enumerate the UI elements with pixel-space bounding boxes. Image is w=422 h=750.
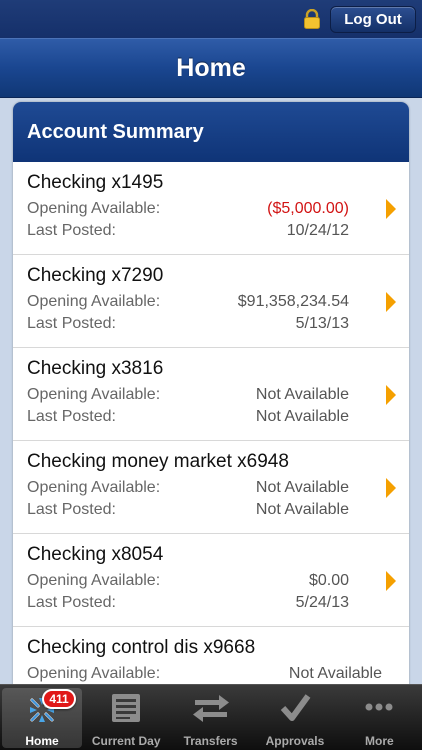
account-row[interactable]: Checking money market x6948 Opening Avai… — [13, 441, 409, 534]
chevron-right-icon[interactable] — [386, 571, 396, 591]
tab-approvals[interactable]: Approvals — [253, 685, 337, 750]
opening-label: Opening Available: — [27, 200, 161, 217]
opening-value: $0.00 — [308, 572, 349, 589]
opening-label: Opening Available: — [27, 665, 161, 682]
account-name: Checking x7290 — [27, 265, 164, 286]
opening-value: Not Available — [255, 386, 349, 403]
chevron-right-icon[interactable] — [386, 385, 396, 405]
chevron-right-icon[interactable] — [386, 199, 396, 219]
navigation-header: Home — [0, 38, 422, 98]
account-name: Checking x3816 — [27, 358, 164, 379]
opening-label: Opening Available: — [27, 572, 161, 589]
account-row[interactable]: Checking x3816 Opening Available: Last P… — [13, 348, 409, 441]
account-summary-card: Account Summary Checking x1495 Opening A… — [13, 102, 409, 684]
account-name: Checking x8054 — [27, 544, 164, 565]
tab-label: Approvals — [265, 734, 325, 748]
posted-label: Last Posted: — [27, 501, 116, 518]
posted-value: 5/13/13 — [295, 315, 349, 332]
posted-label: Last Posted: — [27, 222, 116, 239]
document-icon — [112, 694, 141, 722]
main-content[interactable]: Account Summary Checking x1495 Opening A… — [0, 98, 422, 684]
account-name: Checking x1495 — [27, 172, 164, 193]
lock-icon — [304, 9, 320, 29]
top-bar: Log Out — [0, 0, 422, 38]
tab-label: Home — [25, 734, 59, 748]
posted-label: Last Posted: — [27, 594, 116, 611]
account-name: Checking money market x6948 — [27, 451, 289, 472]
opening-value: $91,358,234.54 — [237, 293, 349, 310]
tab-current-day[interactable]: Current Day — [84, 685, 168, 750]
account-summary-title: Account Summary — [27, 120, 204, 143]
tab-transfers[interactable]: Transfers — [168, 685, 252, 750]
posted-value: Not Available — [255, 408, 349, 425]
tab-label: More — [365, 734, 394, 748]
opening-label: Opening Available: — [27, 479, 161, 496]
notification-badge: 411 — [42, 689, 76, 709]
posted-label: Last Posted: — [27, 408, 116, 425]
account-row[interactable]: Checking x1495 Opening Available: Last P… — [13, 162, 409, 255]
posted-value: Not Available — [255, 501, 349, 518]
tab-bar: 411 Home Current Day Transfers Approvals… — [0, 684, 422, 750]
posted-label: Last Posted: — [27, 315, 116, 332]
page-title: Home — [176, 53, 246, 82]
opening-label: Opening Available: — [27, 386, 161, 403]
tab-more[interactable]: More — [337, 685, 421, 750]
opening-value: Not Available — [288, 665, 382, 682]
account-name: Checking control dis x9668 — [27, 637, 256, 658]
account-row[interactable]: Checking x8054 Opening Available: Last P… — [13, 534, 409, 627]
tab-label: Transfers — [183, 734, 238, 748]
tab-label: Current Day — [91, 734, 161, 748]
chevron-right-icon[interactable] — [386, 478, 396, 498]
posted-value: 10/24/12 — [286, 222, 349, 239]
chevron-right-icon[interactable] — [386, 292, 396, 312]
account-row[interactable]: Checking control dis x9668 Opening Avail… — [13, 627, 409, 684]
tab-home[interactable]: 411 Home — [2, 688, 82, 748]
logout-button[interactable]: Log Out — [330, 6, 416, 33]
checkmark-icon — [280, 694, 311, 721]
transfer-arrows-icon — [192, 695, 229, 722]
account-summary-header: Account Summary — [13, 102, 409, 162]
ellipsis-icon — [365, 703, 393, 711]
opening-label: Opening Available: — [27, 293, 161, 310]
posted-value: 5/24/13 — [295, 594, 349, 611]
account-row[interactable]: Checking x7290 Opening Available: Last P… — [13, 255, 409, 348]
opening-value: ($5,000.00) — [267, 200, 349, 217]
opening-value: Not Available — [255, 479, 349, 496]
